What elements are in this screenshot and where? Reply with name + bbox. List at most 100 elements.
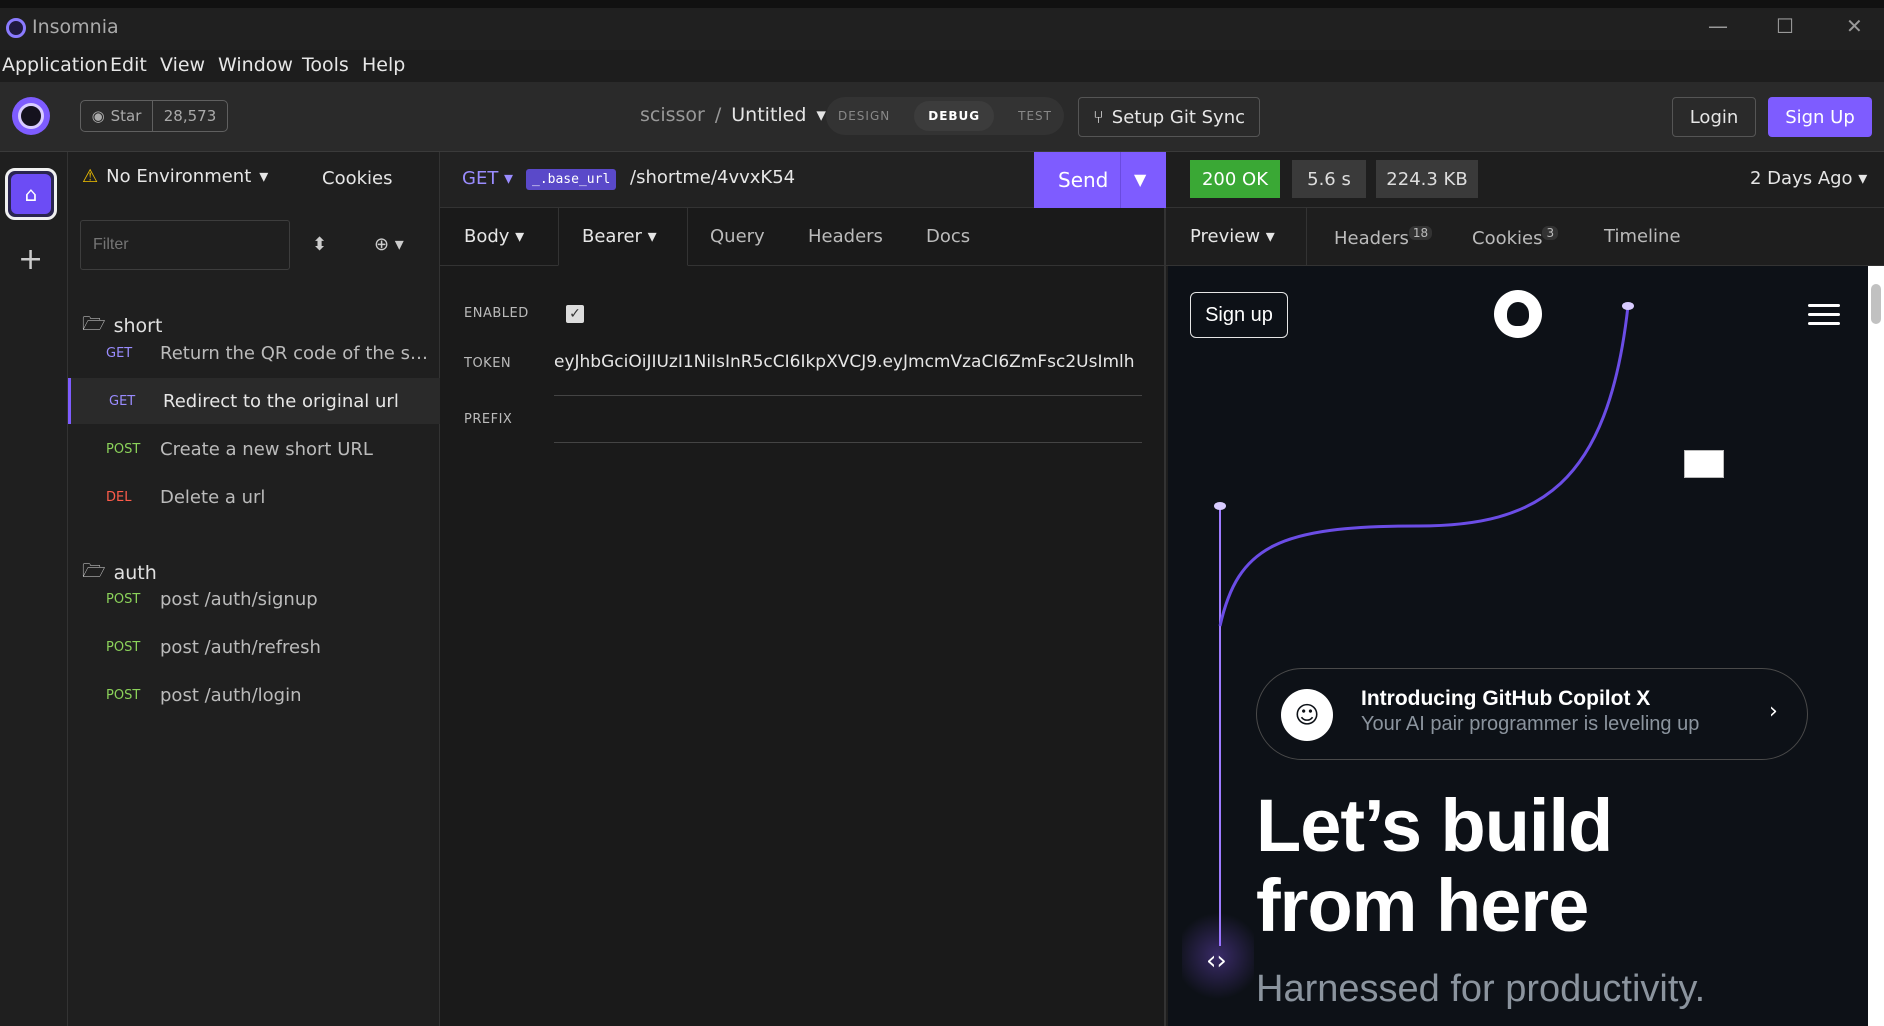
tab-response-cookies[interactable]: Cookies 3 [1472, 226, 1559, 249]
history-dropdown[interactable]: 2 Days Ago ▾ [1750, 168, 1867, 189]
send-divider [1120, 152, 1121, 208]
method-badge: POST [106, 687, 141, 703]
star-count: 28,573 [163, 107, 217, 125]
sort-icon[interactable]: ⬍ [312, 234, 327, 255]
cookies-count: 3 [1542, 226, 1559, 240]
request-pane: GET ▾ _.base_url /shortme/4vvxK54 Send ▼… [440, 152, 1166, 1026]
star-label: Star [110, 107, 142, 125]
scrollbar-thumb[interactable] [1871, 284, 1881, 324]
menu-tools[interactable]: Tools [302, 54, 349, 76]
request-item[interactable]: DEL Delete a url [68, 474, 440, 520]
github-icon: ◉ [91, 107, 105, 125]
tab-headers[interactable]: Headers [808, 226, 883, 247]
tab-body[interactable]: Body ▾ [464, 226, 524, 247]
time-badge: 5.6 s [1292, 160, 1366, 198]
request-tabs: Body ▾ Bearer ▾ Query Headers Docs [440, 208, 1166, 266]
add-request-icon[interactable]: ⊕ ▾ [374, 234, 404, 255]
token-label: TOKEN [464, 356, 512, 371]
minimize-button[interactable]: — [1708, 14, 1728, 38]
mode-debug[interactable]: DEBUG [914, 101, 995, 131]
mode-switcher: DESIGN DEBUG TEST [826, 97, 1064, 135]
base-url-tag[interactable]: _.base_url [526, 169, 617, 190]
chevron-down-icon[interactable]: ▼ [1134, 170, 1146, 189]
enabled-checkbox[interactable]: ✓ [566, 305, 584, 323]
maximize-button[interactable]: ☐ [1776, 14, 1794, 38]
request-label: post /auth/login [160, 684, 302, 706]
banner-title: Introducing GitHub Copilot X [1361, 687, 1651, 710]
tab-query[interactable]: Query [710, 226, 765, 247]
login-button[interactable]: Login [1672, 97, 1756, 137]
request-label: Create a new short URL [160, 438, 373, 460]
git-branch-icon: ⑂ [1092, 106, 1104, 128]
breadcrumb: scissor / Untitled ▾ [640, 104, 826, 126]
url-path[interactable]: /shortme/4vvxK54 [630, 167, 795, 188]
prefix-field[interactable] [554, 407, 1142, 443]
home-icon: ⌂ [11, 174, 51, 214]
menu-edit[interactable]: Edit [110, 54, 147, 76]
request-item[interactable]: POST Create a new short URL [68, 426, 440, 472]
tab-bearer[interactable]: Bearer ▾ [582, 226, 657, 247]
method-badge: POST [106, 441, 141, 457]
cookies-button[interactable]: Cookies [322, 168, 392, 189]
send-button[interactable]: Send ▼ [1034, 152, 1166, 208]
preview-scrollbar[interactable] [1868, 266, 1884, 1026]
environment-selector[interactable]: ⚠ No Environment ▾ [82, 166, 268, 187]
git-sync-label: Setup Git Sync [1111, 106, 1246, 128]
tab-timeline[interactable]: Timeline [1604, 226, 1681, 247]
title-bar: Insomnia — ☐ ✕ [0, 0, 1884, 50]
insomnia-app-logo-icon[interactable] [12, 97, 50, 135]
request-item[interactable]: POST post /auth/signup [68, 576, 440, 622]
hero-heading: Let’s build from here [1256, 786, 1613, 947]
method-badge: POST [106, 591, 141, 607]
tab-docs[interactable]: Docs [926, 226, 970, 247]
enabled-label: ENABLED [464, 306, 529, 321]
document-name[interactable]: Untitled [731, 104, 806, 126]
menu-window[interactable]: Window [218, 54, 293, 76]
signup-button[interactable]: Sign Up [1768, 97, 1872, 137]
headers-count: 18 [1408, 226, 1433, 240]
menu-bar: Application Edit View Window Tools Help [0, 50, 1884, 82]
preview-signup-button[interactable]: Sign up [1190, 292, 1288, 338]
filter-input[interactable] [80, 220, 290, 270]
mode-test[interactable]: TEST [1018, 109, 1052, 123]
home-button[interactable]: ⌂ [5, 168, 57, 220]
tab-response-headers[interactable]: Headers 18 [1334, 226, 1433, 249]
app-header: ◉ Star 28,573 scissor / Untitled ▾ DESIG… [0, 82, 1884, 152]
hero-line-2: from here [1256, 864, 1589, 947]
tab-divider [1306, 208, 1307, 266]
close-button[interactable]: ✕ [1846, 14, 1863, 38]
menu-application[interactable]: Application [2, 54, 108, 76]
request-item[interactable]: GET Return the QR code of the sho... [68, 330, 440, 376]
response-header: 200 OK 5.6 s 224.3 KB 2 Days Ago ▾ [1166, 152, 1884, 208]
token-field[interactable]: eyJhbGciOiJIUzI1NiIsInR5cCI6IkpXVCJ9.eyJ… [554, 352, 1142, 396]
environment-label: No Environment [106, 166, 252, 187]
size-badge: 224.3 KB [1376, 160, 1478, 198]
code-icon: ‹› [1206, 946, 1227, 976]
request-label: Delete a url [160, 486, 266, 508]
mode-design[interactable]: DESIGN [838, 109, 890, 123]
request-label: post /auth/signup [160, 588, 318, 610]
tab-preview[interactable]: Preview ▾ [1190, 226, 1275, 247]
send-label: Send [1058, 168, 1109, 192]
method-badge: GET [109, 393, 136, 409]
request-item-selected[interactable]: GET Redirect to the original url [68, 378, 440, 424]
method-badge: POST [106, 639, 141, 655]
request-item[interactable]: POST post /auth/refresh [68, 624, 440, 670]
menu-view[interactable]: View [160, 54, 205, 76]
setup-git-sync-button[interactable]: ⑂ Setup Git Sync [1078, 97, 1260, 137]
copilot-banner[interactable]: ☺ Introducing GitHub Copilot X Your AI p… [1256, 668, 1808, 760]
status-badge: 200 OK [1190, 160, 1280, 198]
warning-icon: ⚠ [82, 166, 99, 187]
prefix-label: PREFIX [464, 412, 513, 427]
add-workspace-icon[interactable]: + [18, 242, 43, 277]
breadcrumb-separator: / [714, 104, 722, 126]
request-item[interactable]: POST post /auth/login [68, 672, 440, 718]
github-star-button[interactable]: ◉ Star 28,573 [80, 100, 228, 132]
project-name[interactable]: scissor [640, 104, 705, 126]
chevron-down-icon[interactable]: ▾ [816, 104, 826, 126]
workspace-rail: ⌂ + [0, 152, 68, 1026]
github-logo-icon[interactable] [1494, 290, 1542, 338]
hamburger-menu-icon[interactable] [1808, 304, 1840, 331]
method-selector[interactable]: GET ▾ [462, 168, 513, 189]
menu-help[interactable]: Help [362, 54, 405, 76]
